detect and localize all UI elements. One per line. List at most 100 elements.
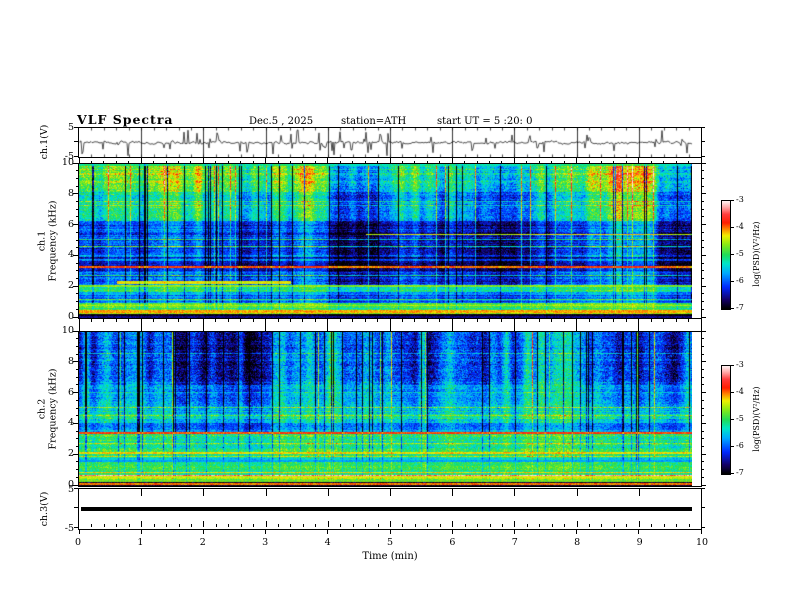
tick-mark — [701, 461, 704, 463]
tick-mark — [364, 319, 366, 322]
colorbar-tick-label: -3 — [736, 360, 744, 369]
tick-mark — [701, 247, 704, 249]
tick-mark — [103, 160, 105, 163]
tick-mark — [676, 524, 678, 527]
tick-mark — [190, 319, 192, 322]
tick-mark — [278, 524, 280, 527]
tick-mark — [240, 160, 242, 163]
tick-mark — [75, 208, 78, 210]
tick-mark — [103, 319, 105, 322]
tick-mark — [626, 524, 628, 527]
tick-mark — [227, 319, 229, 322]
colorbar-2-label: log(PSD)(V²/Hz) — [751, 386, 761, 452]
tick-mark — [75, 430, 78, 432]
tick-mark — [75, 301, 78, 303]
tick-mark — [128, 524, 130, 527]
tick-mark — [625, 160, 627, 163]
tick-mark — [576, 530, 578, 534]
tick-mark — [564, 524, 566, 527]
time-xtick: 3 — [262, 537, 269, 548]
tick-mark — [701, 270, 704, 272]
ch1-spec-ytick: 2 — [67, 280, 74, 292]
tick-mark — [701, 469, 704, 471]
ch3-waveform-panel — [78, 488, 702, 530]
tick-mark — [701, 369, 704, 370]
tick-mark — [75, 461, 78, 463]
tick-mark — [489, 524, 491, 527]
tick-mark — [651, 524, 653, 527]
ch1-spectrogram-panel — [78, 163, 702, 319]
tick-mark — [228, 524, 230, 527]
tick-mark — [377, 524, 379, 527]
tick-mark — [551, 319, 553, 322]
tick-mark — [576, 521, 578, 527]
tick-mark — [439, 524, 441, 527]
tick-mark — [700, 158, 702, 163]
tick-mark — [153, 524, 155, 527]
tick-mark — [327, 319, 329, 331]
tick-mark — [290, 524, 292, 527]
tick-mark — [74, 155, 78, 157]
tick-mark — [701, 376, 704, 378]
tick-mark — [75, 345, 78, 347]
tick-mark — [688, 319, 690, 322]
tick-mark — [688, 524, 690, 527]
tick-mark — [75, 177, 78, 179]
tick-mark — [526, 524, 528, 527]
colorbar-tick-label: -7 — [736, 303, 744, 312]
tick-mark — [75, 469, 78, 471]
tick-mark — [75, 216, 78, 218]
tick-mark — [377, 160, 379, 163]
tick-mark — [165, 160, 167, 163]
tick-mark — [240, 524, 242, 527]
ch2-spectrogram-panel — [78, 331, 702, 487]
tick-mark — [252, 319, 254, 322]
ch3-voltage-axis-label: ch.3(V) — [38, 491, 50, 527]
tick-mark — [588, 160, 590, 163]
tick-mark — [513, 530, 515, 534]
tick-mark — [426, 319, 428, 322]
tick-mark — [526, 160, 528, 163]
tick-mark — [153, 160, 155, 163]
tick-mark — [203, 489, 205, 496]
tick-mark — [75, 399, 78, 401]
tick-mark — [75, 415, 78, 417]
tick-mark — [414, 319, 416, 322]
tick-mark — [501, 524, 503, 527]
tick-mark — [75, 308, 78, 310]
tick-mark — [75, 239, 78, 241]
tick-mark — [701, 177, 704, 179]
tick-mark — [74, 507, 78, 509]
tick-mark — [701, 316, 706, 318]
ch1-frequency-axis-line2: Frequency (kHz) — [47, 200, 58, 282]
tick-mark — [390, 489, 391, 496]
tick-mark — [701, 216, 704, 218]
tick-mark — [215, 160, 217, 163]
tick-mark — [476, 160, 478, 163]
tick-mark — [414, 524, 416, 527]
tick-mark — [91, 524, 93, 527]
vlf-spectra-figure: VLF Spectra Dec.5 , 2025 station=ATH sta… — [0, 0, 792, 612]
tick-mark — [701, 155, 705, 157]
time-xtick: 9 — [636, 537, 643, 548]
tick-mark — [701, 438, 704, 440]
tick-mark — [128, 160, 130, 163]
ch2-spec-ytick: 10 — [61, 325, 74, 336]
ch1-frequency-axis-label: ch.1 Frequency (kHz) — [37, 200, 59, 282]
tick-mark — [74, 141, 78, 143]
tick-mark — [638, 521, 640, 527]
tick-mark — [701, 170, 704, 172]
tick-mark — [663, 524, 665, 527]
colorbar-tick-label: -7 — [736, 468, 744, 477]
tick-mark — [701, 278, 704, 279]
tick-mark — [476, 319, 478, 322]
tick-mark — [414, 160, 416, 163]
tick-mark — [215, 319, 217, 322]
tick-mark — [701, 308, 704, 310]
time-xtick: 10 — [695, 537, 709, 548]
tick-mark — [90, 319, 92, 322]
ch1-waveform-canvas — [79, 128, 701, 157]
ch1-spec-ytick: 10 — [61, 157, 74, 168]
tick-mark — [451, 530, 453, 534]
tick-mark — [427, 524, 429, 527]
